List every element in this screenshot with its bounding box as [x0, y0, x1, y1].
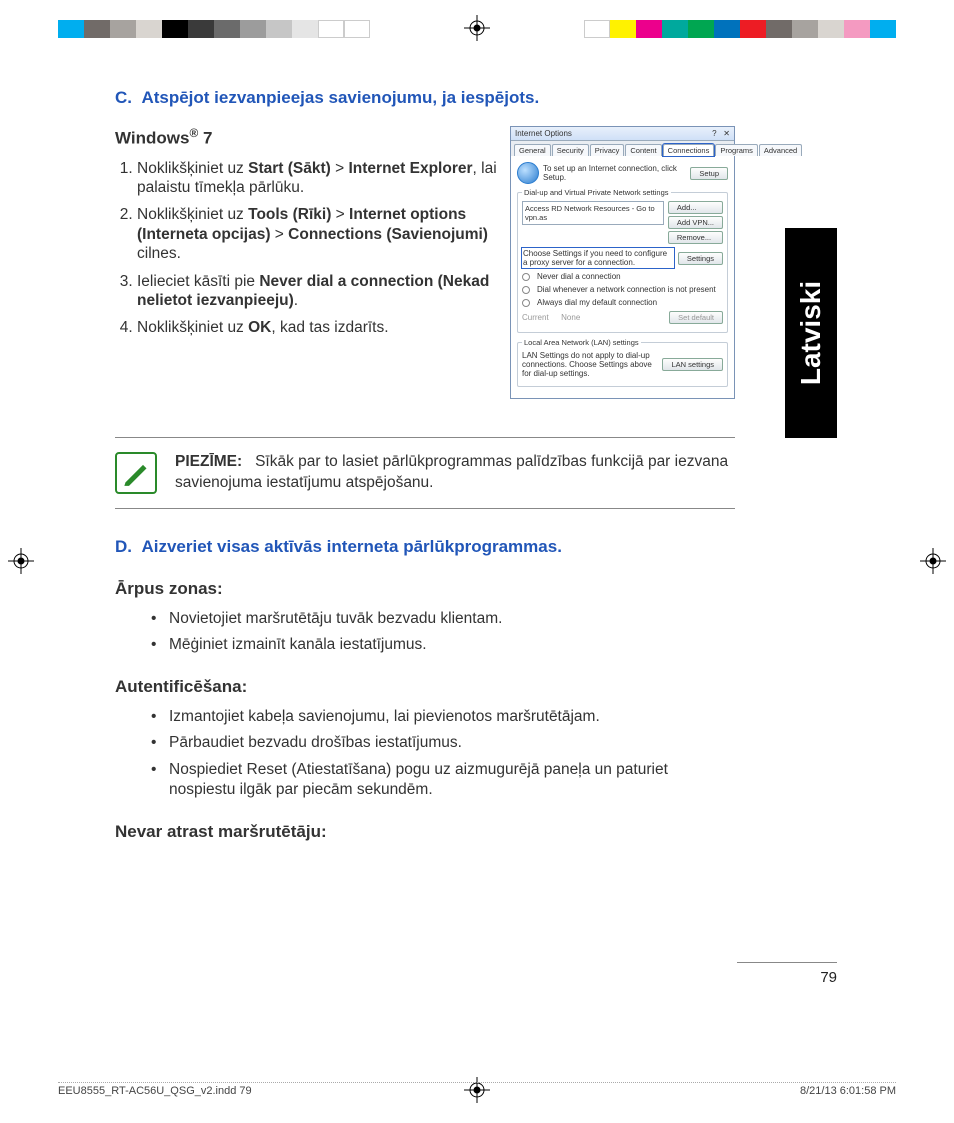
footer: EEU8555_RT-AC56U_QSG_v2.indd 79 8/21/13 … [58, 1082, 896, 1097]
dialog-tab[interactable]: Security [552, 144, 589, 156]
list-item: Novietojiet maršrutētāju tuvāk bezvadu k… [151, 609, 735, 629]
language-tab: Latviski [785, 228, 837, 438]
dialog-tab[interactable]: Content [625, 144, 661, 156]
radio-dial-when[interactable] [522, 286, 530, 294]
language-tab-label: Latviski [795, 281, 827, 385]
note-text: PIEZĪME: Sīkāk par to lasiet pārlūkprogr… [175, 452, 735, 494]
list-item: Pārbaudiet bezvadu drošības iestatījumus… [151, 733, 735, 753]
auth-heading: Autentificēšana: [115, 677, 735, 697]
dialog-tab[interactable]: Programs [715, 144, 758, 156]
dialog-tab-connections[interactable]: Connections [663, 144, 715, 156]
colorbar-right [584, 20, 896, 38]
list-item: Mēģiniet izmainīt kanāla iestatījumus. [151, 635, 735, 655]
section-d-heading: D. Aizveriet visas aktīvās interneta pār… [115, 537, 735, 557]
note-box: PIEZĪME: Sīkāk par to lasiet pārlūkprogr… [115, 437, 735, 509]
registration-mark-icon [464, 15, 490, 41]
set-default-button[interactable]: Set default [669, 311, 723, 324]
lan-settings-button[interactable]: LAN settings [662, 358, 723, 371]
internet-options-dialog-figure: Internet Options ? ✕ General Security Pr… [510, 126, 735, 399]
registration-mark-icon [920, 548, 946, 574]
page-content: Latviski C. Atspējot iezvanpieejas savie… [115, 88, 837, 1028]
norouter-heading: Nevar atrast maršrutētāju: [115, 822, 735, 842]
connections-listbox[interactable]: Access RD Network Resources - Go to vpn.… [522, 201, 664, 225]
add-vpn-button[interactable]: Add VPN... [668, 216, 723, 229]
note-icon [115, 452, 157, 494]
out-of-range-heading: Ārpus zonas: [115, 579, 735, 599]
dialog-tabs: General Security Privacy Content Connect… [511, 141, 734, 156]
list-item: Nospiediet Reset (Atiestatīšana) pogu uz… [151, 760, 735, 800]
radio-never-dial[interactable] [522, 273, 530, 281]
globe-icon [517, 162, 539, 184]
dialog-tab[interactable]: Privacy [590, 144, 625, 156]
dialog-titlebar: Internet Options ? ✕ [511, 127, 734, 141]
page-number: 79 [737, 962, 837, 986]
dialog-tab[interactable]: Advanced [759, 144, 802, 156]
list-item: Izmantojiet kabeļa savienojumu, lai piev… [151, 707, 735, 727]
registration-mark-icon [8, 548, 34, 574]
add-button[interactable]: Add... [668, 201, 723, 214]
footer-file: EEU8555_RT-AC56U_QSG_v2.indd 79 [58, 1085, 252, 1097]
section-c-heading: C. Atspējot iezvanpieejas savienojumu, j… [115, 88, 735, 108]
setup-button[interactable]: Setup [690, 167, 728, 180]
footer-date: 8/21/13 6:01:58 PM [800, 1085, 896, 1097]
settings-button[interactable]: Settings [678, 252, 723, 265]
radio-always-dial[interactable] [522, 299, 530, 307]
colorbar-left [58, 20, 370, 38]
dialog-tab[interactable]: General [514, 144, 551, 156]
remove-button[interactable]: Remove... [668, 231, 723, 244]
